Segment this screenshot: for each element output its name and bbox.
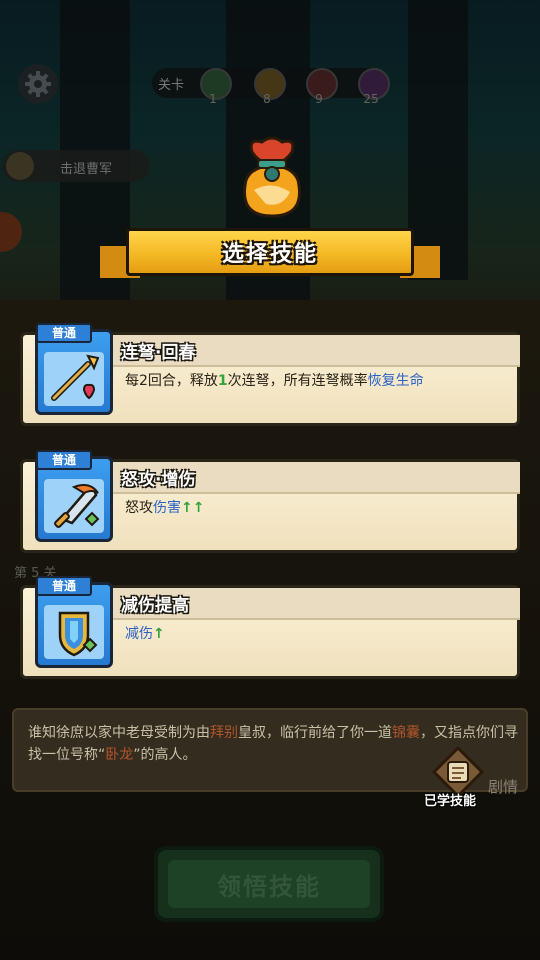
rank-badge: 普通 — [36, 450, 92, 470]
skill-name: 减伤提高 — [121, 596, 189, 616]
skill-card-crossbow-heal[interactable]: 连弩·回春 每2回合，释放1次连弩，所有连弩概率恢复生命 普通 — [20, 323, 520, 426]
shield-icon — [44, 605, 104, 659]
learned-skills-label: 已学技能 — [424, 794, 477, 809]
skill-name: 怒攻·增伤 — [121, 470, 196, 490]
skill-name: 连弩·回春 — [121, 343, 196, 363]
flaming-sword-icon — [44, 479, 104, 533]
crossbow-bolt-heart-icon — [44, 352, 104, 406]
dialog-title: 选择技能 — [126, 228, 414, 276]
skill-description: 每2回合，释放1次连弩，所有连弩概率恢复生命 — [125, 373, 424, 389]
learn-skill-label: 领悟技能 — [217, 872, 321, 901]
skill-description: 减伤↑ — [125, 626, 165, 642]
lucky-bag-icon — [232, 130, 312, 224]
rank-badge: 普通 — [36, 323, 92, 343]
skill-card-damage-reduction[interactable]: 减伤提高 减伤↑ 普通 — [20, 576, 520, 679]
skill-description: 怒攻伤害↑↑ — [125, 500, 205, 516]
rank-badge: 普通 — [36, 576, 92, 596]
learn-skill-button[interactable]: 领悟技能 — [154, 846, 384, 922]
skill-card-rage-damage[interactable]: 怒攻·增伤 怒攻伤害↑↑ 普通 — [20, 450, 520, 553]
story-tab[interactable]: 剧情 — [488, 776, 518, 797]
